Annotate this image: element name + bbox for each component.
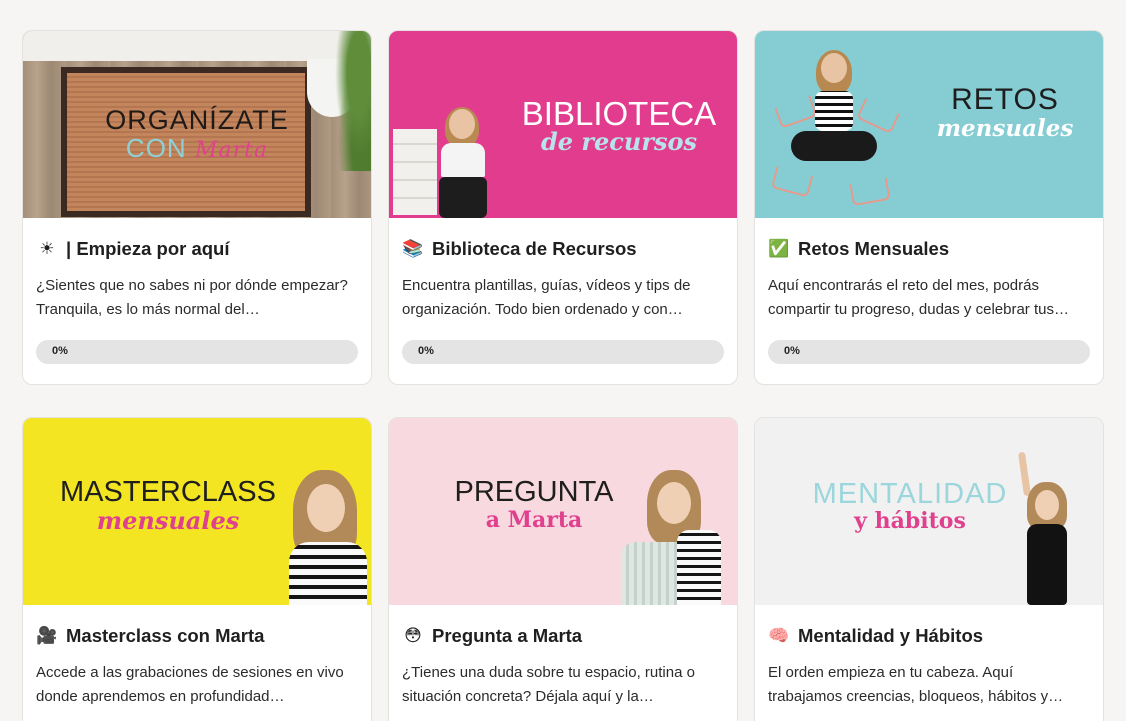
card-title-text: Biblioteca de Recursos	[432, 238, 637, 259]
person-head	[1035, 490, 1059, 520]
course-banner-image[interactable]: BIBLIOTECA de recursos	[389, 31, 737, 218]
card-title[interactable]: ✅ Retos Mensuales	[768, 236, 1090, 262]
course-card-pregunta[interactable]: PREGUNTA a Marta 😳 Pregunta a Marta ¿Tie…	[388, 417, 738, 721]
course-banner-image[interactable]: ORGANÍZATE CON Marta	[23, 31, 371, 218]
brain-icon: 🧠	[768, 626, 790, 646]
banner-subtitle-con: CON	[125, 133, 187, 163]
banner-subtitle: a Marta	[485, 507, 583, 533]
books-icon: 📚	[402, 239, 424, 259]
check-icon: ✅	[768, 239, 790, 259]
person-top	[441, 143, 485, 177]
card-title-text: | Empieza por aquí	[66, 238, 230, 259]
card-title[interactable]: 😳 Pregunta a Marta	[402, 623, 724, 649]
course-banner-image[interactable]: MASTERCLASS mensuales	[23, 418, 371, 605]
person-head	[449, 109, 475, 139]
course-card-retos[interactable]: RETOS mensuales ✅ Retos Mensuales Aquí e…	[754, 30, 1104, 385]
person-photo	[435, 107, 491, 218]
card-description: Encuentra plantillas, guías, vídeos y ti…	[402, 277, 691, 318]
card-title[interactable]: 📚 Biblioteca de Recursos	[402, 236, 724, 262]
card-body: 🎥 Masterclass con Marta Accede a las gra…	[23, 605, 371, 709]
course-card-empieza[interactable]: ORGANÍZATE CON Marta ☀ | Empieza por aqu…	[22, 30, 372, 385]
person-photo	[1017, 451, 1077, 605]
banner-subtitle: de recursos	[540, 127, 698, 156]
card-body: ☀ | Empieza por aquí ¿Sientes que no sab…	[23, 218, 371, 364]
banner-subtitle-marta: Marta	[194, 138, 269, 163]
banner-title: RETOS	[951, 83, 1059, 116]
progress-bar: 0%	[768, 340, 1090, 364]
card-title[interactable]: ☀ | Empieza por aquí	[36, 236, 358, 262]
card-body: 🧠 Mentalidad y Hábitos El orden empieza …	[755, 605, 1103, 709]
card-title[interactable]: 🧠 Mentalidad y Hábitos	[768, 623, 1090, 649]
card-description: ¿Tienes una duda sobre tu espacio, rutin…	[402, 664, 695, 705]
course-card-masterclass[interactable]: MASTERCLASS mensuales 🎥 Masterclass con …	[22, 417, 372, 721]
person-top	[677, 530, 721, 605]
banner-subtitle: mensuales	[96, 506, 240, 535]
person-head	[657, 482, 691, 524]
stacked-boxes-graphic	[393, 129, 437, 215]
flushed-face-icon: 😳	[404, 626, 422, 646]
banner-title: PREGUNTA	[454, 476, 614, 508]
course-grid: ORGANÍZATE CON Marta ☀ | Empieza por aqu…	[22, 30, 1104, 721]
person-top	[815, 91, 853, 131]
person-head	[821, 53, 847, 83]
person-dress	[1027, 524, 1067, 605]
card-body: 😳 Pregunta a Marta ¿Tienes una duda sobr…	[389, 605, 737, 709]
progress-label: 0%	[52, 345, 68, 357]
video-camera-icon: 🎥	[36, 626, 58, 646]
card-description: Accede a las grabaciones de sesiones en …	[36, 664, 344, 705]
card-title-text: Pregunta a Marta	[432, 625, 583, 646]
sun-icon: ☀	[39, 239, 55, 259]
card-description: ¿Sientes que no sabes ni por dónde empez…	[36, 277, 348, 318]
course-banner-image[interactable]: RETOS mensuales	[755, 31, 1103, 218]
card-title-text: Mentalidad y Hábitos	[798, 625, 984, 646]
person-top	[289, 542, 367, 605]
person-photo	[285, 470, 371, 605]
card-body: 📚 Biblioteca de Recursos Encuentra plant…	[389, 218, 737, 364]
course-card-biblioteca[interactable]: BIBLIOTECA de recursos 📚 Biblioteca de R…	[388, 30, 738, 385]
card-description: El orden empieza en tu cabeza. Aquí trab…	[768, 664, 1064, 705]
progress-bar: 0%	[402, 340, 724, 364]
banner-subtitle: mensuales	[936, 115, 1074, 142]
course-banner-image[interactable]: MENTALIDAD y hábitos	[755, 418, 1103, 605]
banner-title: MASTERCLASS	[60, 476, 276, 508]
course-banner-image[interactable]: PREGUNTA a Marta	[389, 418, 737, 605]
progress-bar: 0%	[36, 340, 358, 364]
person-pants	[439, 177, 487, 218]
person-head	[307, 484, 345, 532]
person-photo	[785, 50, 885, 213]
progress-label: 0%	[418, 345, 434, 357]
card-title-text: Retos Mensuales	[798, 238, 950, 259]
progress-label: 0%	[784, 345, 800, 357]
person-legs	[791, 131, 877, 161]
banner-subtitle: y hábitos	[854, 508, 966, 534]
banner-title: MENTALIDAD	[812, 478, 1008, 510]
card-title[interactable]: 🎥 Masterclass con Marta	[36, 623, 358, 649]
card-description: Aquí encontrarás el reto del mes, podrás…	[768, 277, 1069, 318]
wall-strip	[23, 31, 371, 61]
banner-title: ORGANÍZATE	[105, 105, 289, 135]
card-body: ✅ Retos Mensuales Aquí encontrarás el re…	[755, 218, 1103, 364]
banner-subtitle: CON Marta	[23, 133, 371, 164]
person-photo	[621, 470, 721, 605]
card-title-text: Masterclass con Marta	[66, 625, 265, 646]
person-raised-arm	[1017, 451, 1032, 497]
course-card-mentalidad[interactable]: MENTALIDAD y hábitos 🧠 Mentalidad y Hábi…	[754, 417, 1104, 721]
